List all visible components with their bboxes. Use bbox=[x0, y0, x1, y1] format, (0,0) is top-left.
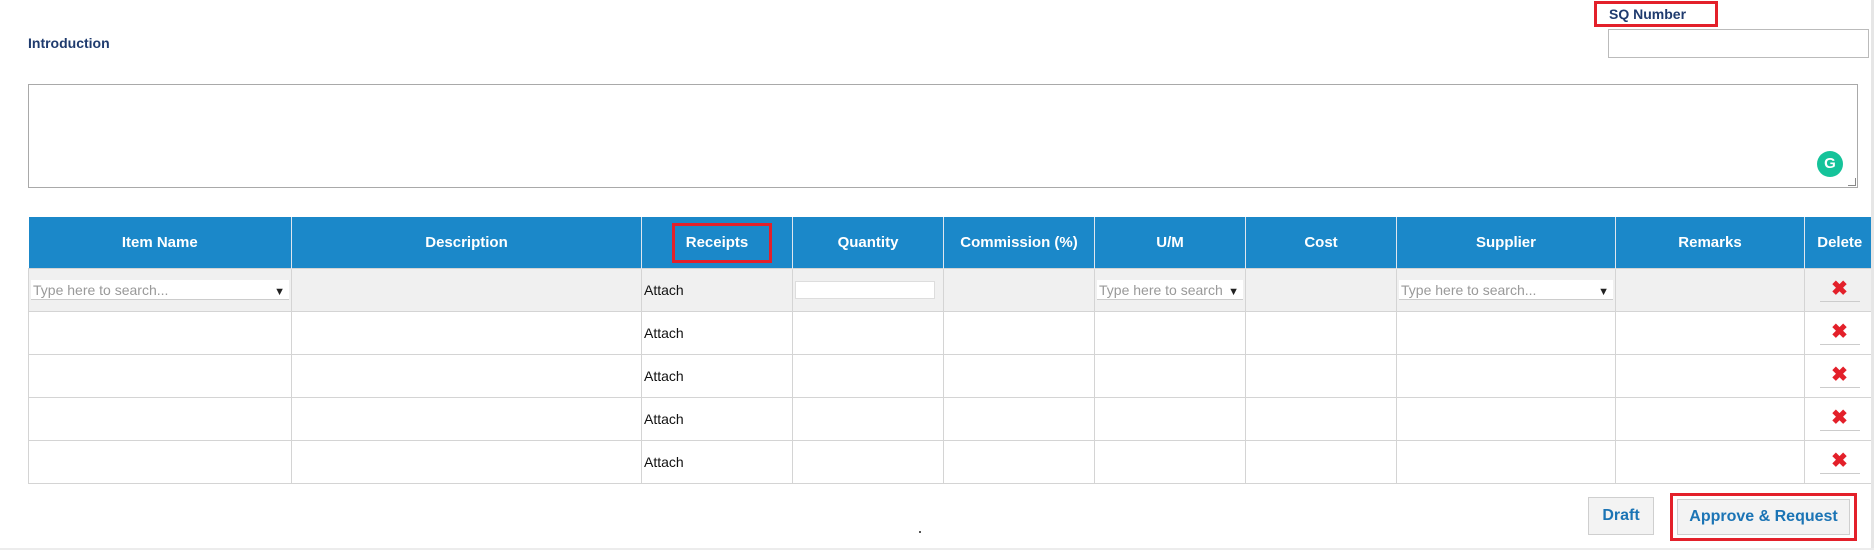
dropdown-arrow-icon[interactable]: ▼ bbox=[1598, 282, 1609, 299]
item-name-search[interactable]: Type here to search... ▼ bbox=[31, 279, 289, 300]
supplier-cell bbox=[1396, 439, 1616, 484]
commission-cell bbox=[943, 353, 1095, 398]
introduction-label: Introduction bbox=[28, 35, 110, 51]
table-row: Attach ✖ bbox=[28, 396, 1874, 441]
cost-cell bbox=[1245, 310, 1397, 355]
delete-cell: ✖ bbox=[1804, 396, 1874, 441]
cost-cell bbox=[1245, 439, 1397, 484]
supplier-cell: Type here to search... ▼ bbox=[1396, 267, 1616, 312]
item-name-placeholder: Type here to search... bbox=[33, 281, 169, 298]
item-name-cell bbox=[28, 396, 292, 441]
table-row: Attach ✖ bbox=[28, 439, 1874, 484]
cost-cell bbox=[1245, 267, 1397, 312]
header-commission: Commission (%) bbox=[943, 217, 1095, 268]
header-quantity: Quantity bbox=[792, 217, 944, 268]
header-cost: Cost bbox=[1245, 217, 1397, 268]
header-um: U/M bbox=[1094, 217, 1246, 268]
table-row: Type here to search... ▼ Attach Type her… bbox=[28, 267, 1874, 312]
draft-button[interactable]: Draft bbox=[1588, 497, 1654, 535]
um-cell bbox=[1094, 353, 1246, 398]
um-cell bbox=[1094, 439, 1246, 484]
delete-icon[interactable]: ✖ bbox=[1819, 364, 1860, 388]
remarks-cell[interactable] bbox=[1615, 267, 1805, 312]
um-search[interactable]: Type here to search ▼ bbox=[1097, 279, 1243, 300]
table-header-row: Item Name Description Receipts Quantity … bbox=[28, 217, 1874, 268]
description-cell[interactable] bbox=[291, 267, 642, 312]
dropdown-arrow-icon[interactable]: ▼ bbox=[274, 282, 285, 299]
quantity-cell bbox=[792, 439, 944, 484]
quantity-cell bbox=[792, 310, 944, 355]
um-cell bbox=[1094, 396, 1246, 441]
cost-cell bbox=[1245, 396, 1397, 441]
commission-cell bbox=[943, 310, 1095, 355]
description-cell bbox=[291, 310, 642, 355]
introduction-textarea[interactable]: G bbox=[28, 84, 1858, 188]
supplier-search[interactable]: Type here to search... ▼ bbox=[1399, 279, 1613, 300]
stray-dot bbox=[919, 531, 921, 533]
delete-icon[interactable]: ✖ bbox=[1819, 278, 1860, 302]
description-cell bbox=[291, 439, 642, 484]
remarks-cell bbox=[1615, 353, 1805, 398]
delete-icon[interactable]: ✖ bbox=[1819, 321, 1860, 345]
receipts-attach[interactable]: Attach bbox=[641, 310, 793, 355]
commission-cell bbox=[943, 439, 1095, 484]
sq-number-input[interactable] bbox=[1608, 29, 1869, 58]
description-cell bbox=[291, 396, 642, 441]
delete-cell: ✖ bbox=[1804, 353, 1874, 398]
supplier-placeholder: Type here to search... bbox=[1401, 281, 1537, 298]
receipts-attach[interactable]: Attach bbox=[641, 267, 793, 312]
grammarly-icon[interactable]: G bbox=[1817, 151, 1843, 177]
header-delete: Delete bbox=[1804, 217, 1874, 268]
supplier-cell bbox=[1396, 310, 1616, 355]
item-name-cell bbox=[28, 310, 292, 355]
header-description: Description bbox=[291, 217, 642, 268]
delete-icon[interactable]: ✖ bbox=[1819, 407, 1860, 431]
um-cell bbox=[1094, 310, 1246, 355]
commission-cell bbox=[943, 396, 1095, 441]
approve-highlight: Approve & Request bbox=[1670, 493, 1857, 541]
receipts-attach[interactable]: Attach bbox=[641, 439, 793, 484]
remarks-cell bbox=[1615, 439, 1805, 484]
header-receipts-label: Receipts bbox=[685, 233, 749, 251]
table-row: Attach ✖ bbox=[28, 353, 1874, 398]
header-receipts: Receipts bbox=[641, 217, 793, 268]
quantity-cell bbox=[792, 353, 944, 398]
resize-grip-icon[interactable] bbox=[1848, 178, 1856, 186]
item-name-cell: Type here to search... ▼ bbox=[28, 267, 292, 312]
cost-cell bbox=[1245, 353, 1397, 398]
header-item-name: Item Name bbox=[28, 217, 292, 268]
delete-cell: ✖ bbox=[1804, 439, 1874, 484]
commission-cell[interactable] bbox=[943, 267, 1095, 312]
header-supplier: Supplier bbox=[1396, 217, 1616, 268]
delete-cell: ✖ bbox=[1804, 267, 1874, 312]
sq-number-label: SQ Number bbox=[1594, 1, 1718, 27]
delete-icon[interactable]: ✖ bbox=[1819, 450, 1860, 474]
dropdown-arrow-icon[interactable]: ▼ bbox=[1228, 282, 1239, 299]
supplier-cell bbox=[1396, 396, 1616, 441]
description-cell bbox=[291, 353, 642, 398]
table-row: Attach ✖ bbox=[28, 310, 1874, 355]
item-name-cell bbox=[28, 353, 292, 398]
header-remarks: Remarks bbox=[1615, 217, 1805, 268]
remarks-cell bbox=[1615, 396, 1805, 441]
items-table: Item Name Description Receipts Quantity … bbox=[28, 217, 1874, 484]
um-cell: Type here to search ▼ bbox=[1094, 267, 1246, 312]
quantity-input[interactable] bbox=[795, 280, 935, 299]
item-name-cell bbox=[28, 439, 292, 484]
supplier-cell bbox=[1396, 353, 1616, 398]
receipts-attach[interactable]: Attach bbox=[641, 353, 793, 398]
quantity-cell bbox=[792, 267, 944, 312]
delete-cell: ✖ bbox=[1804, 310, 1874, 355]
quantity-cell bbox=[792, 396, 944, 441]
approve-request-button[interactable]: Approve & Request bbox=[1677, 499, 1850, 535]
um-placeholder: Type here to search bbox=[1099, 281, 1223, 298]
receipts-attach[interactable]: Attach bbox=[641, 396, 793, 441]
remarks-cell bbox=[1615, 310, 1805, 355]
